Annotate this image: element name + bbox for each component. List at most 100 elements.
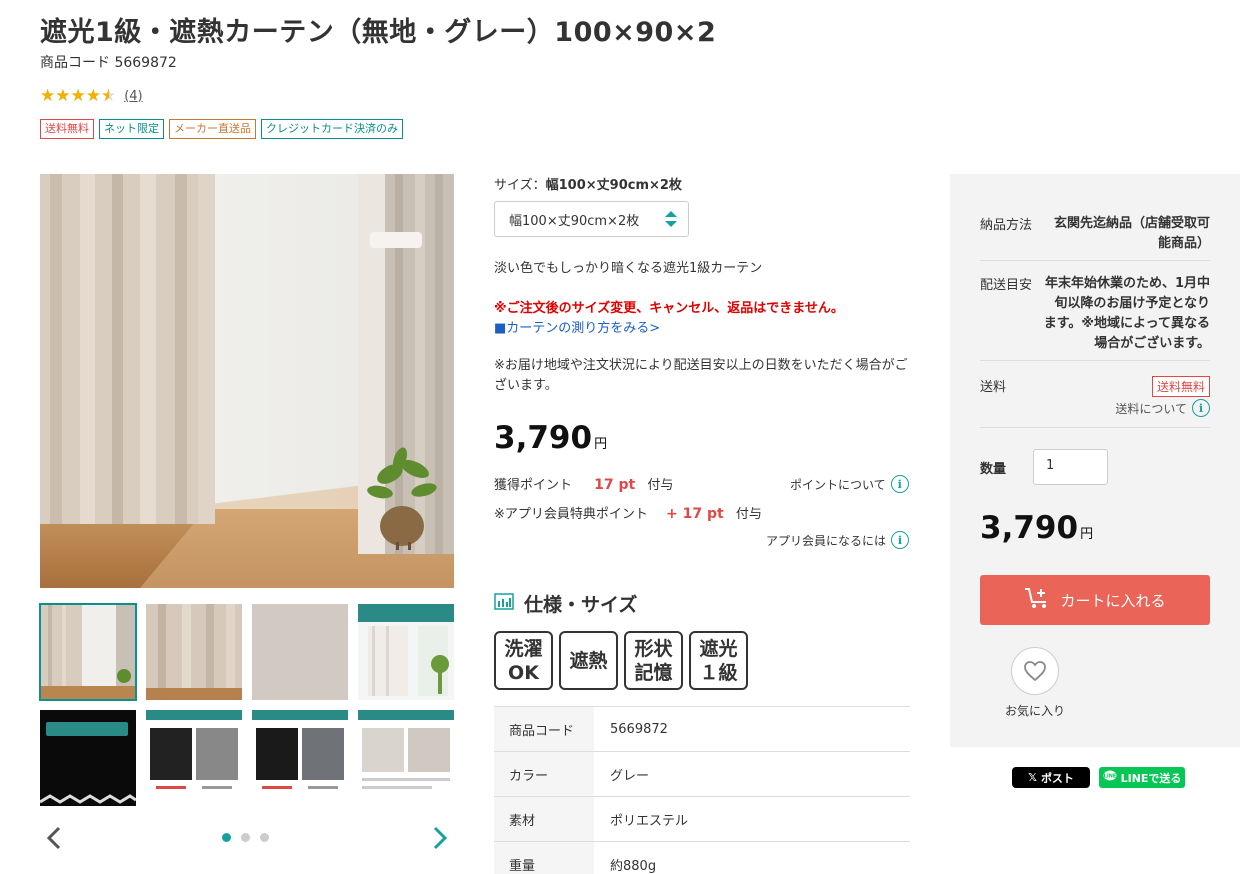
size-label: サイズ：幅100×丈90cm×2枚 — [494, 174, 682, 193]
badge-maker-direct: メーカー直送品 — [169, 119, 256, 139]
delivery-eta-label: 配送目安 — [980, 278, 1033, 293]
quantity-input[interactable]: 1 — [1033, 449, 1108, 485]
spec-table: 商品コード 5669872 カラー グレー 素材 ポリエステル 重量 約880g — [494, 706, 910, 874]
curtain-photo — [40, 174, 454, 588]
table-row: 商品コード 5669872 — [494, 706, 910, 752]
share-x-label: ポスト — [1040, 771, 1074, 785]
delivery-note: ※お届け地域や注文状況により配送目安以上の日数をいただく場合がございます。 — [494, 358, 908, 393]
app-points-row: ※アプリ会員特典ポイント + 17 pt 付与 — [494, 503, 910, 522]
table-row: カラー グレー — [494, 751, 910, 797]
gallery-pagination — [40, 822, 454, 854]
share-x-button[interactable]: 𝕏 ポスト — [1012, 767, 1090, 788]
thumbnail-1[interactable] — [39, 603, 137, 701]
earn-points-value: 17 pt — [594, 477, 636, 493]
line-logo-icon: LINE — [1103, 770, 1117, 785]
shape-memory-icon: 形状 記憶 — [624, 631, 683, 690]
about-points-label: ポイントについて — [790, 477, 886, 492]
main-product-image[interactable] — [40, 174, 454, 588]
panel-price: 3,790 円 — [980, 510, 1093, 546]
favorite: お気に入り — [1000, 647, 1070, 719]
delivery-method-row: 納品方法 玄関先迄納品（店舗受取可能商品） — [980, 214, 1210, 254]
thumbnail-8[interactable] — [358, 710, 454, 806]
add-to-cart-label: カートに入れる — [1060, 591, 1166, 610]
delivery-eta-value: 年末年始休業のため、1月中旬以降のお届け予定となります。※地域によって異なる場合… — [1043, 276, 1210, 351]
cart-plus-icon — [1024, 586, 1052, 614]
spec-heading-text: 仕様・サイズ — [524, 594, 638, 616]
product-code-label: 商品コード — [40, 55, 110, 71]
blackout-grade1-icon: 遮光 １級 — [689, 631, 748, 690]
info-icon: i — [1192, 399, 1210, 417]
measure-guide-link[interactable]: ■カーテンの測り方をみる> — [494, 317, 660, 336]
earn-points-label: 獲得ポイント — [494, 478, 573, 493]
order-warning: ※ご注文後のサイズ変更、キャンセル、返品はできません。 — [494, 301, 844, 316]
product-code-line: 商品コード 5669872 — [40, 52, 177, 72]
table-row: 素材 ポリエステル — [494, 796, 910, 842]
thumbnail-5[interactable] — [40, 710, 136, 806]
product-title: 遮光1級・遮熱カーテン（無地・グレー）100×90×2 — [40, 17, 717, 48]
quantity-label: 数量 — [980, 462, 1007, 477]
price: 3,790 円 — [494, 420, 607, 456]
size-select-value: 幅100×丈90cm×2枚 — [509, 214, 640, 229]
delivery-method-label: 納品方法 — [980, 218, 1033, 233]
share-line-button[interactable]: LINE LINEで送る — [1099, 767, 1185, 788]
size-label-value: 幅100×丈90cm×2枚 — [545, 178, 682, 193]
app-member-label: アプリ会員になるには — [766, 533, 887, 548]
select-updown-icon — [664, 209, 678, 233]
earn-points-suffix: 付与 — [647, 478, 674, 493]
add-to-cart-button[interactable]: カートに入れる — [980, 575, 1210, 625]
gallery-dots — [222, 833, 269, 842]
divider — [980, 427, 1210, 428]
spec-icon-list: 洗濯 OK 遮熱 形状 記憶 遮光 １級 — [494, 631, 748, 690]
app-points-value: + 17 pt — [666, 506, 724, 522]
gallery-dot-1[interactable] — [222, 833, 231, 842]
price-amount: 3,790 — [494, 420, 593, 456]
about-points-link[interactable]: ポイントについて i — [790, 475, 909, 493]
next-arrow-icon[interactable] — [428, 824, 452, 852]
review-count-link[interactable]: (4) — [124, 89, 142, 104]
product-catch: 淡い色でもしっかり暗くなる遮光1級カーテン — [494, 261, 763, 276]
thumbnail-3[interactable] — [252, 604, 348, 700]
prev-arrow-icon[interactable] — [42, 824, 66, 852]
size-select[interactable]: 幅100×丈90cm×2枚 — [494, 201, 689, 237]
washable-icon: 洗濯 OK — [494, 631, 553, 690]
size-label-prefix: サイズ： — [494, 178, 546, 193]
spec-heading: 仕様・サイズ — [494, 590, 637, 617]
thumbnail-grid — [39, 603, 454, 806]
share-line-label: LINEで送る — [1120, 771, 1182, 785]
app-member-link[interactable]: アプリ会員になるには i — [766, 531, 910, 549]
badge-list: 送料無料 ネット限定 メーカー直送品 クレジットカード決済のみ — [40, 119, 403, 139]
x-logo-icon: 𝕏 — [1028, 771, 1037, 784]
gallery-dot-2[interactable] — [241, 833, 250, 842]
purchase-panel: 納品方法 玄関先迄納品（店舗受取可能商品） 配送目安 年末年始休業のため、1月中… — [950, 174, 1240, 747]
table-row: 重量 約880g — [494, 841, 910, 874]
price-unit: 円 — [594, 437, 608, 452]
divider — [980, 360, 1210, 361]
divider — [980, 260, 1210, 261]
thumbnail-6[interactable] — [146, 710, 242, 806]
bar-chart-icon — [494, 592, 514, 615]
panel-price-unit: 円 — [1080, 527, 1094, 542]
favorite-button[interactable] — [1011, 647, 1059, 695]
app-points-suffix: 付与 — [735, 507, 762, 522]
svg-text:LINE: LINE — [1103, 774, 1116, 780]
gallery-dot-3[interactable] — [260, 833, 269, 842]
badge-online-only: ネット限定 — [99, 119, 164, 139]
thumbnail-4[interactable] — [358, 604, 454, 700]
panel-price-amount: 3,790 — [980, 510, 1079, 546]
badge-credit-only: クレジットカード決済のみ — [261, 119, 403, 139]
delivery-method-value: 玄関先迄納品（店舗受取可能商品） — [1053, 216, 1210, 251]
shipping-label: 送料 — [980, 380, 1007, 395]
star-rating: ★★★★★ ★★★★★ — [40, 86, 117, 106]
shipping-about-link[interactable]: 送料について i — [1115, 399, 1210, 417]
thumbnail-2[interactable] — [146, 604, 242, 700]
info-icon: i — [891, 531, 910, 549]
heart-icon — [1024, 661, 1046, 682]
badge-free-shipping: 送料無料 — [40, 119, 94, 139]
delivery-eta-row: 配送目安 年末年始休業のため、1月中旬以降のお届け予定となります。※地域によって… — [980, 274, 1210, 354]
free-shipping-badge: 送料無料 — [1151, 376, 1210, 397]
thumbnail-7[interactable] — [252, 710, 348, 806]
shipping-about-label: 送料について — [1115, 401, 1187, 416]
app-points-label: ※アプリ会員特典ポイント — [494, 507, 648, 522]
rating: ★★★★★ ★★★★★ (4) — [40, 86, 143, 106]
favorite-label: お気に入り — [1004, 704, 1065, 718]
